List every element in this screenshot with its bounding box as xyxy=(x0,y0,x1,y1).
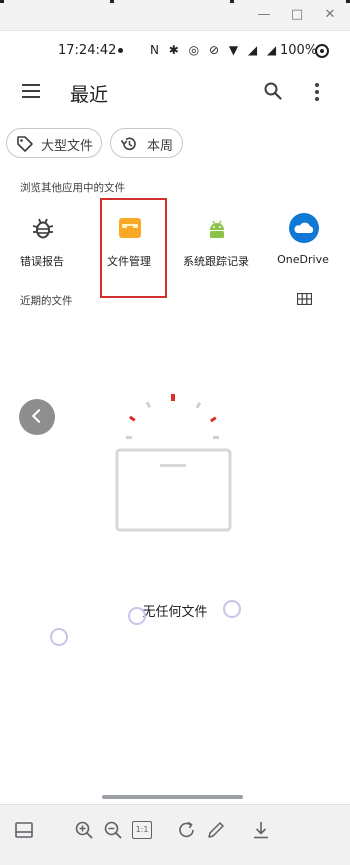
app-label: 系统跟踪记录 xyxy=(183,255,249,268)
empty-state-text: 无任何文件 xyxy=(142,605,208,620)
maximize-button[interactable]: □ xyxy=(289,7,305,23)
more-vert-icon[interactable] xyxy=(314,83,320,101)
selection-highlight xyxy=(100,198,167,298)
page-title: 最近 xyxy=(70,84,109,106)
menu-icon[interactable] xyxy=(22,84,40,98)
status-time: 17:24:42 xyxy=(58,43,117,58)
app-label: OneDrive xyxy=(277,253,329,266)
battery-saver-icon xyxy=(315,44,329,58)
rotate-icon[interactable] xyxy=(177,820,197,840)
android-icon xyxy=(210,220,224,238)
notification-dot-icon xyxy=(118,48,123,53)
recent-section-label: 近期的文件 xyxy=(20,295,73,307)
touch-indicator xyxy=(50,628,68,646)
frame-edge xyxy=(0,0,4,3)
browse-section-label: 浏览其他应用中的文件 xyxy=(20,182,125,194)
zoom-in-icon[interactable] xyxy=(74,820,94,840)
frame-edge xyxy=(110,0,114,3)
search-icon[interactable] xyxy=(264,82,282,100)
app-label: 错误报告 xyxy=(20,255,64,268)
app-item-system-tracing[interactable]: 系统跟踪记录 xyxy=(178,205,254,280)
touch-indicator xyxy=(128,607,146,625)
touch-indicator xyxy=(223,600,241,618)
status-indicator-icons: N ✱ ◎ ⊘ ▼ ◢ ◢ xyxy=(150,43,280,57)
app-item-onedrive[interactable]: OneDrive xyxy=(265,205,341,280)
onedrive-cloud-icon xyxy=(289,213,319,243)
minimize-button[interactable]: — xyxy=(256,7,272,23)
grid-view-icon[interactable] xyxy=(297,293,312,305)
chip-large-files[interactable]: 大型文件 xyxy=(6,128,102,158)
status-bar: 17:24:42 N ✱ ◎ ⊘ ▼ ◢ ◢ 100% xyxy=(0,40,350,62)
chip-label: 本周 xyxy=(147,139,174,154)
app-item-bug-report[interactable]: 错误报告 xyxy=(4,205,80,280)
edit-icon[interactable] xyxy=(206,820,226,840)
battery-level: 100% xyxy=(280,43,318,58)
viewer-toolbar xyxy=(0,804,350,865)
chevron-left-icon xyxy=(31,408,47,424)
download-icon[interactable] xyxy=(251,820,271,840)
bug-icon xyxy=(32,218,54,239)
frame-edge xyxy=(346,0,350,3)
zoom-out-icon[interactable] xyxy=(103,820,123,840)
chip-label: 大型文件 xyxy=(41,139,94,154)
frame-edge xyxy=(230,0,234,3)
tag-icon xyxy=(17,136,33,152)
close-button[interactable]: ✕ xyxy=(322,7,338,23)
back-button[interactable] xyxy=(19,399,55,435)
history-icon xyxy=(120,137,136,151)
empty-folder-illustration xyxy=(115,394,232,532)
chip-this-week[interactable]: 本周 xyxy=(110,128,183,158)
actual-size-icon[interactable]: 1:1 xyxy=(132,821,152,839)
gesture-home-bar[interactable] xyxy=(102,795,243,799)
panel-icon[interactable] xyxy=(14,820,34,840)
